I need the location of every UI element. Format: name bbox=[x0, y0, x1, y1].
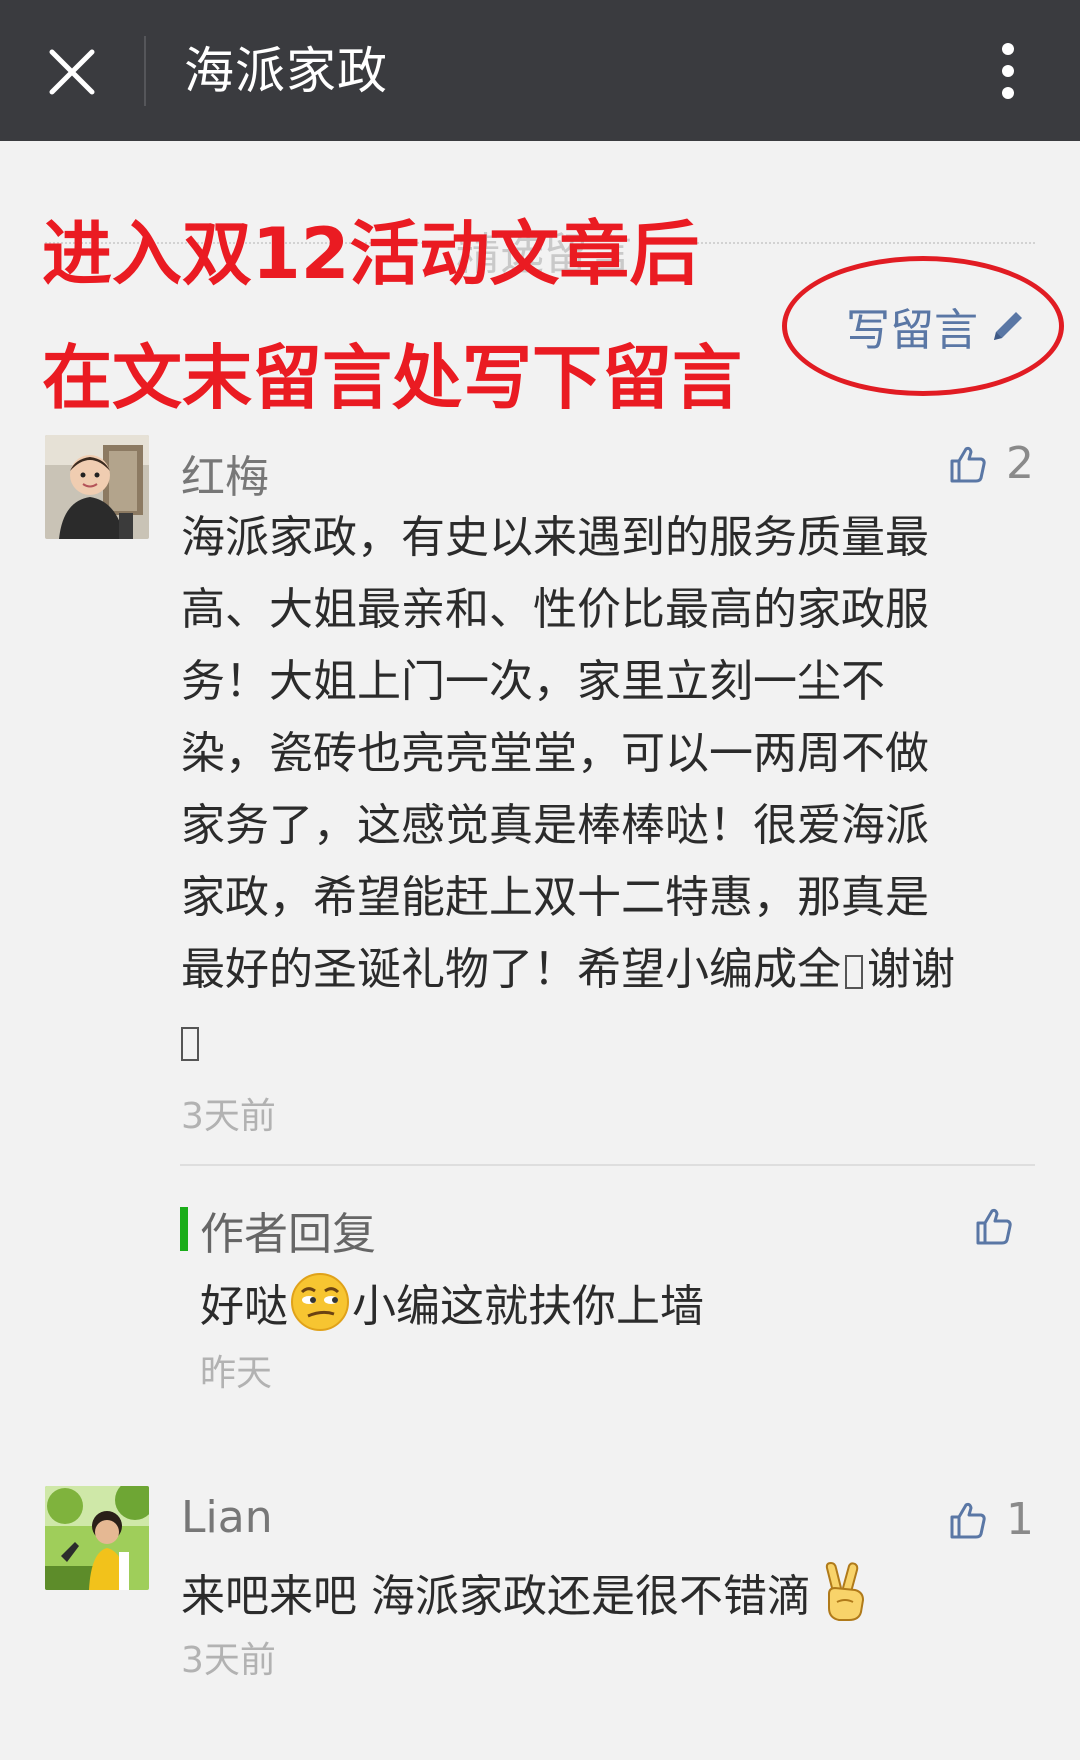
comment-body: 来吧来吧 海派家政还是很不错滴 bbox=[181, 1560, 873, 1624]
reply-divider bbox=[180, 1164, 1035, 1166]
victory-hand-icon bbox=[825, 1562, 865, 1621]
avatar-image bbox=[45, 435, 149, 539]
comment-line: 高、大姐最亲和、性价比最高的家政服 bbox=[181, 584, 929, 635]
author-reply-label: 作者回复 bbox=[200, 1209, 376, 1260]
comment-line-with-glyph: 最好的圣诞礼物了！希望小编成全 谢谢 bbox=[181, 934, 955, 1006]
thumbs-up-icon bbox=[950, 446, 986, 482]
smirk-emoji-icon bbox=[291, 1273, 349, 1331]
more-vertical-icon bbox=[1002, 43, 1014, 99]
instruction-line-2: 在文末留言处写下留言 bbox=[42, 337, 742, 419]
write-comment-label: 写留言 bbox=[846, 305, 978, 356]
comment-line: 最好的圣诞礼物了！希望小编成全 bbox=[181, 944, 841, 995]
comment-line: 家政，希望能赶上双十二特惠，那真是 bbox=[181, 872, 929, 923]
like-count: 2 bbox=[1006, 438, 1034, 489]
missing-glyph-icon bbox=[181, 1027, 199, 1061]
reply-body: 好哒 小编这就扶你上墙 bbox=[200, 1270, 704, 1334]
comment-author: 红梅 bbox=[181, 452, 269, 503]
comment-line-glyph bbox=[181, 1006, 955, 1078]
reply-like-button[interactable] bbox=[974, 1206, 1014, 1246]
like-button[interactable]: 2 bbox=[948, 438, 1034, 489]
comment-time: 3天前 bbox=[181, 1640, 276, 1681]
pencil-icon bbox=[994, 312, 1022, 340]
reply-time: 昨天 bbox=[200, 1353, 273, 1394]
comment-author: Lian bbox=[181, 1492, 273, 1543]
comment-line: 谢谢 bbox=[867, 944, 955, 995]
comment-time: 3天前 bbox=[181, 1096, 276, 1137]
comment-line: 家务了，这感觉真是棒棒哒！很爱海派 bbox=[181, 800, 929, 851]
thumbs-up-icon bbox=[950, 1502, 986, 1538]
comment-line: 海派家政，有史以来遇到的服务质量最 bbox=[181, 512, 929, 563]
reply-text-before: 好哒 bbox=[200, 1281, 288, 1332]
avatar[interactable] bbox=[45, 1486, 149, 1590]
comment-body: 海派家政，有史以来遇到的服务质量最 高、大姐最亲和、性价比最高的家政服 务！大姐… bbox=[181, 502, 955, 1078]
page-title: 海派家政 bbox=[184, 42, 388, 100]
reply-accent-bar bbox=[180, 1207, 188, 1251]
thumbs-up-icon bbox=[976, 1208, 1012, 1245]
avatar-image bbox=[45, 1486, 149, 1590]
comment-line: 务！大姐上门一次，家里立刻一尘不 bbox=[181, 656, 885, 707]
close-icon bbox=[49, 49, 95, 95]
missing-glyph-icon bbox=[845, 955, 863, 989]
avatar[interactable] bbox=[45, 435, 149, 539]
instruction-line-1: 进入双12活动文章后 bbox=[42, 213, 700, 295]
write-comment-button[interactable]: 写留言 bbox=[846, 296, 1026, 356]
more-menu-button[interactable] bbox=[980, 34, 1036, 108]
like-button[interactable]: 1 bbox=[948, 1494, 1034, 1545]
topbar-divider bbox=[144, 36, 146, 106]
like-count: 1 bbox=[1006, 1494, 1034, 1545]
comment-line: 染，瓷砖也亮亮堂堂，可以一两周不做 bbox=[181, 728, 929, 779]
close-button[interactable] bbox=[36, 36, 108, 108]
comment-text: 来吧来吧 海派家政还是很不错滴 bbox=[181, 1571, 811, 1622]
top-bar: 海派家政 bbox=[0, 0, 1080, 141]
reply-text-after: 小编这就扶你上墙 bbox=[352, 1281, 704, 1332]
